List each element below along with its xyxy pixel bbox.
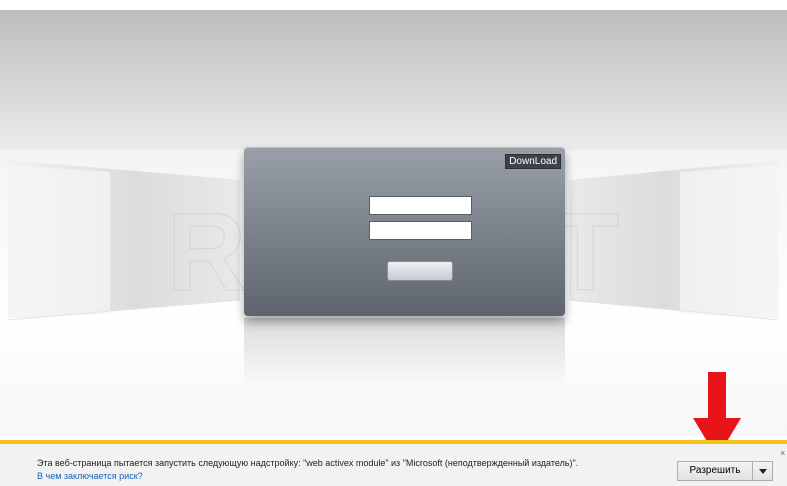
allow-button[interactable]: Разрешить: [677, 461, 753, 481]
notification-message: Эта веб-страница пытается запустить след…: [37, 458, 579, 468]
download-button[interactable]: DownLoad: [505, 154, 561, 169]
username-input[interactable]: [369, 196, 472, 215]
chevron-down-icon: [759, 469, 767, 474]
risk-info-link[interactable]: В чем заключается риск?: [37, 471, 143, 481]
login-button[interactable]: [387, 261, 453, 281]
login-panel: DownLoad: [244, 147, 565, 316]
right-wall-panel: [680, 165, 779, 318]
allow-options-dropdown-button[interactable]: [753, 461, 773, 481]
login-panel-reflection: [244, 318, 565, 388]
web-page: REXANT DownLoad Эта веб-страница пытаетс…: [0, 0, 787, 486]
password-input[interactable]: [369, 221, 472, 240]
page-top-margin: [0, 0, 787, 10]
left-wall-panel: [8, 165, 110, 318]
activex-notification-bar: Эта веб-страница пытается запустить след…: [0, 440, 787, 486]
close-notification-button[interactable]: ×: [780, 448, 787, 458]
